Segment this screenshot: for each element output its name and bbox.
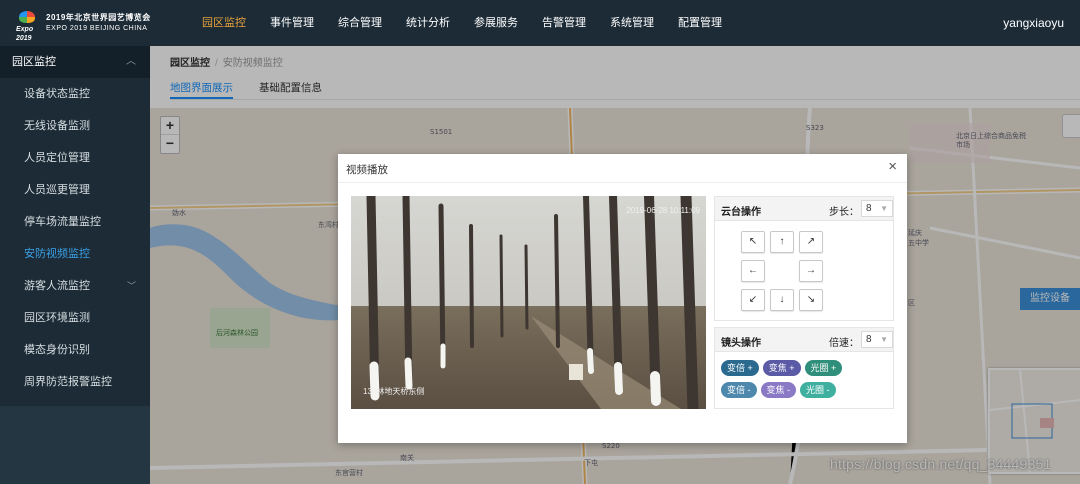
focus-out-button[interactable]: 变焦 - xyxy=(760,382,796,398)
ptz-up-button[interactable]: ↑ xyxy=(770,231,794,253)
sidebar-item-personnel-location[interactable]: 人员定位管理 xyxy=(0,142,150,174)
nav-event-management[interactable]: 事件管理 xyxy=(258,0,326,46)
video-playback-dialog: 视频播放 × 2019-06-28 10:11:09 137林地天桥东侧 云台操… xyxy=(338,154,907,443)
top-navbar: Expo 2019 2019年北京世界园艺博览会 EXPO 2019 BEIJI… xyxy=(0,0,1080,46)
ptz-panel: 云台操作 步长： 8 ▼ ↖ ↑ ↗ ← → ↙ ↓ ↘ xyxy=(714,196,894,321)
zoom-in-lens-button[interactable]: 变倍 + xyxy=(721,360,759,376)
step-select[interactable]: 8 ▼ xyxy=(861,200,893,217)
logo-title-en: EXPO 2019 BEIJING CHINA xyxy=(46,25,148,32)
main-nav: 园区监控 事件管理 综合管理 统计分析 参展服务 告警管理 系统管理 配置管理 xyxy=(190,0,734,46)
nav-system-management[interactable]: 系统管理 xyxy=(598,0,666,46)
sidebar-item-patrol[interactable]: 人员巡更管理 xyxy=(0,174,150,206)
lens-title: 镜头操作 xyxy=(721,338,761,349)
ptz-down-left-button[interactable]: ↙ xyxy=(741,289,765,311)
video-player[interactable]: 2019-06-28 10:11:09 137林地天桥东侧 xyxy=(351,196,706,409)
ptz-right-button[interactable]: → xyxy=(799,260,823,282)
sidebar-item-video-surveillance[interactable]: 安防视频监控 xyxy=(0,238,150,270)
caret-down-icon: ▼ xyxy=(880,204,888,213)
video-timestamp: 2019-06-28 10:11:09 xyxy=(626,206,700,215)
nav-config-management[interactable]: 配置管理 xyxy=(666,0,734,46)
nav-park-monitor[interactable]: 园区监控 xyxy=(190,0,258,46)
ptz-up-left-button[interactable]: ↖ xyxy=(741,231,765,253)
user-name[interactable]: yangxiaoyu xyxy=(1003,0,1064,46)
ptz-title: 云台操作 xyxy=(721,207,761,218)
nav-general-management[interactable]: 综合管理 xyxy=(326,0,394,46)
speed-label: 倍速： xyxy=(829,338,859,349)
sidebar-item-environment[interactable]: 园区环境监测 xyxy=(0,302,150,334)
sidebar-footer xyxy=(0,406,150,484)
ptz-down-right-button[interactable]: ↘ xyxy=(799,289,823,311)
nav-statistics[interactable]: 统计分析 xyxy=(394,0,462,46)
expo-logo: Expo 2019 2019年北京世界园艺博览会 EXPO 2019 BEIJI… xyxy=(0,10,190,42)
ptz-down-button[interactable]: ↓ xyxy=(770,289,794,311)
nav-exhibitor-service[interactable]: 参展服务 xyxy=(462,0,530,46)
expo-logo-icon: Expo 2019 xyxy=(16,10,38,42)
sidebar-item-perimeter[interactable]: 周界防范报警监控 xyxy=(0,366,150,398)
sidebar-item-wireless[interactable]: 无线设备监测 xyxy=(0,110,150,142)
sidebar-item-identity[interactable]: 模态身份识别 xyxy=(0,334,150,366)
chevron-down-icon: ﹀ xyxy=(126,281,136,291)
logo-title-cn: 2019年北京世界园艺博览会 xyxy=(46,13,151,22)
sidebar: 园区监控 ︿ 设备状态监控 无线设备监测 人员定位管理 人员巡更管理 停车场流量… xyxy=(0,46,150,484)
iris-close-button[interactable]: 光圈 - xyxy=(800,382,836,398)
video-camera-label: 137林地天桥东侧 xyxy=(363,387,425,396)
sidebar-item-parking[interactable]: 停车场流量监控 xyxy=(0,206,150,238)
sidebar-group-park-monitor[interactable]: 园区监控 ︿ xyxy=(0,46,150,78)
dialog-divider xyxy=(338,182,907,183)
iris-open-button[interactable]: 光圈 + xyxy=(804,360,843,376)
video-frame xyxy=(351,196,706,409)
ptz-up-right-button[interactable]: ↗ xyxy=(799,231,823,253)
sidebar-item-device-status[interactable]: 设备状态监控 xyxy=(0,78,150,110)
ptz-direction-pad: ↖ ↑ ↗ ← → ↙ ↓ ↘ xyxy=(741,231,829,319)
ptz-left-button[interactable]: ← xyxy=(741,260,765,282)
speed-select[interactable]: 8 ▼ xyxy=(861,331,893,348)
dialog-title: 视频播放 xyxy=(346,164,388,176)
focus-in-button[interactable]: 变焦 + xyxy=(762,360,801,376)
zoom-out-lens-button[interactable]: 变倍 - xyxy=(721,382,757,398)
lens-panel: 镜头操作 倍速： 8 ▼ 变倍 + 变焦 + 光圈 + 变倍 - 变焦 - 光圈 … xyxy=(714,327,894,409)
sidebar-item-visitor-flow[interactable]: 游客人流监控 ﹀ xyxy=(0,270,150,302)
step-label: 步长： xyxy=(829,207,859,218)
main-content: 园区监控 / 安防视频监控 地图界面展示 基础配置信息 S1501 S323 北京日… xyxy=(150,46,1080,484)
close-icon[interactable]: × xyxy=(888,158,897,175)
chevron-up-icon: ︿ xyxy=(126,56,136,67)
nav-alarm-management[interactable]: 告警管理 xyxy=(530,0,598,46)
caret-down-icon: ▼ xyxy=(880,335,888,344)
